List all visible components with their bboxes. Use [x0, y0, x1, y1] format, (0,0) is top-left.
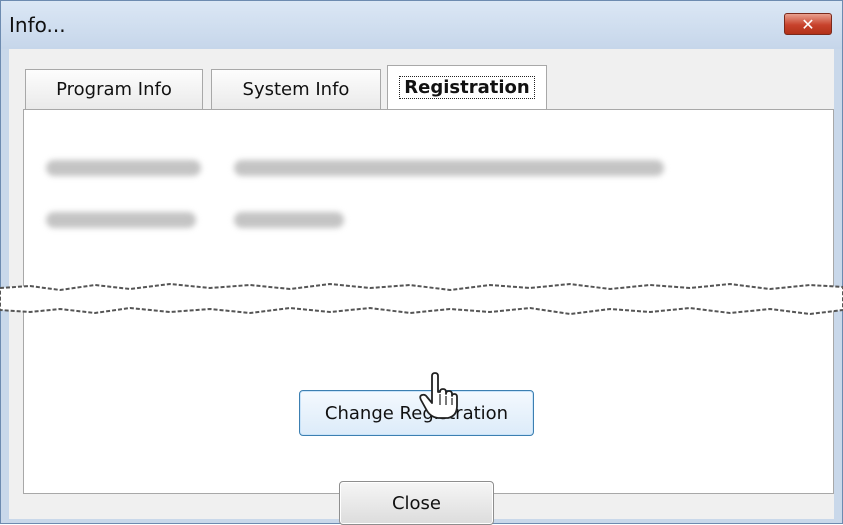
button-label: Close [391, 492, 442, 514]
tab-system-info[interactable]: System Info [211, 69, 381, 109]
tab-label: Program Info [56, 79, 172, 100]
title-bar: Info... ✕ [1, 1, 842, 49]
tab-registration[interactable]: Registration [387, 65, 547, 109]
change-registration-button[interactable]: Change Registration [299, 390, 534, 436]
close-icon[interactable]: ✕ [784, 13, 832, 35]
blurred-field-label [46, 160, 201, 176]
blurred-field-value [234, 212, 344, 228]
hand-pointer-icon [419, 372, 458, 419]
info-dialog: Info... ✕ Program Info System Info Regis… [0, 0, 843, 525]
tab-label: Registration [399, 76, 535, 99]
blurred-field-label [46, 212, 196, 228]
close-button[interactable]: Close [339, 481, 494, 525]
blurred-field-value [234, 160, 664, 176]
tab-program-info[interactable]: Program Info [25, 69, 203, 109]
button-label: Change Registration [324, 402, 509, 424]
torn-edge-divider [0, 282, 843, 316]
window-title: Info... [9, 13, 66, 37]
tab-label: System Info [242, 79, 350, 100]
